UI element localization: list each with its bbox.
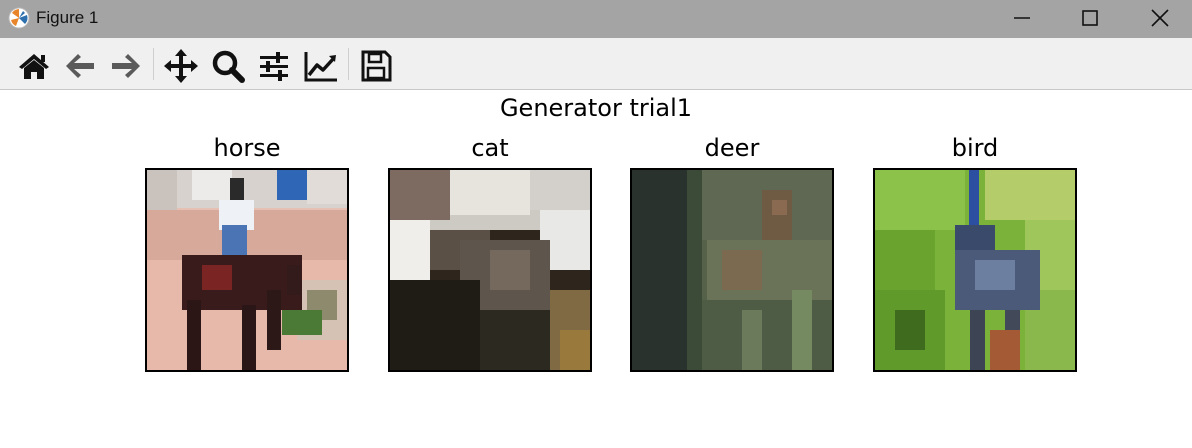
subplot-deer: deer xyxy=(630,132,834,372)
forward-button[interactable] xyxy=(108,48,144,84)
toolbar-separator xyxy=(153,48,154,80)
maximize-button[interactable] xyxy=(1058,0,1122,38)
subplot-title: bird xyxy=(951,134,999,162)
toolbar-separator xyxy=(348,48,349,80)
forward-icon xyxy=(112,54,140,78)
edit-axes-button[interactable] xyxy=(303,48,339,84)
generated-image xyxy=(873,168,1077,372)
zoom-icon xyxy=(212,50,245,83)
configure-subplots-icon xyxy=(260,52,288,81)
close-icon xyxy=(1151,9,1169,27)
figure-canvas[interactable]: Generator trial1 horse cat deer bird xyxy=(0,90,1192,448)
generated-image xyxy=(145,168,349,372)
save-icon xyxy=(361,50,392,82)
generated-image xyxy=(630,168,834,372)
home-button[interactable] xyxy=(16,48,52,84)
configure-subplots-button[interactable] xyxy=(256,48,292,84)
subplot-cat: cat xyxy=(388,132,592,372)
minimize-icon xyxy=(1014,17,1030,19)
generated-image xyxy=(388,168,592,372)
figure-suptitle: Generator trial1 xyxy=(499,94,693,122)
close-button[interactable] xyxy=(1128,0,1192,38)
back-button[interactable] xyxy=(62,48,98,84)
maximize-icon xyxy=(1082,10,1098,26)
pan-button[interactable] xyxy=(163,48,199,84)
save-button[interactable] xyxy=(358,48,394,84)
window-title: Figure 1 xyxy=(36,8,99,27)
subplot-title: deer xyxy=(704,134,760,162)
minimize-button[interactable] xyxy=(990,0,1054,38)
window-titlebar: Figure 1 xyxy=(0,0,1192,38)
matplotlib-app-icon xyxy=(8,7,30,29)
navigation-toolbar xyxy=(0,38,1192,90)
subplot-title: cat xyxy=(471,134,509,162)
subplot-bird: bird xyxy=(873,132,1077,372)
edit-axes-icon xyxy=(304,52,337,82)
home-icon xyxy=(19,54,49,79)
pan-icon xyxy=(164,49,198,83)
back-icon xyxy=(66,54,94,78)
subplot-title: horse xyxy=(213,134,281,162)
zoom-button[interactable] xyxy=(210,48,246,84)
subplot-horse: horse xyxy=(145,132,349,372)
